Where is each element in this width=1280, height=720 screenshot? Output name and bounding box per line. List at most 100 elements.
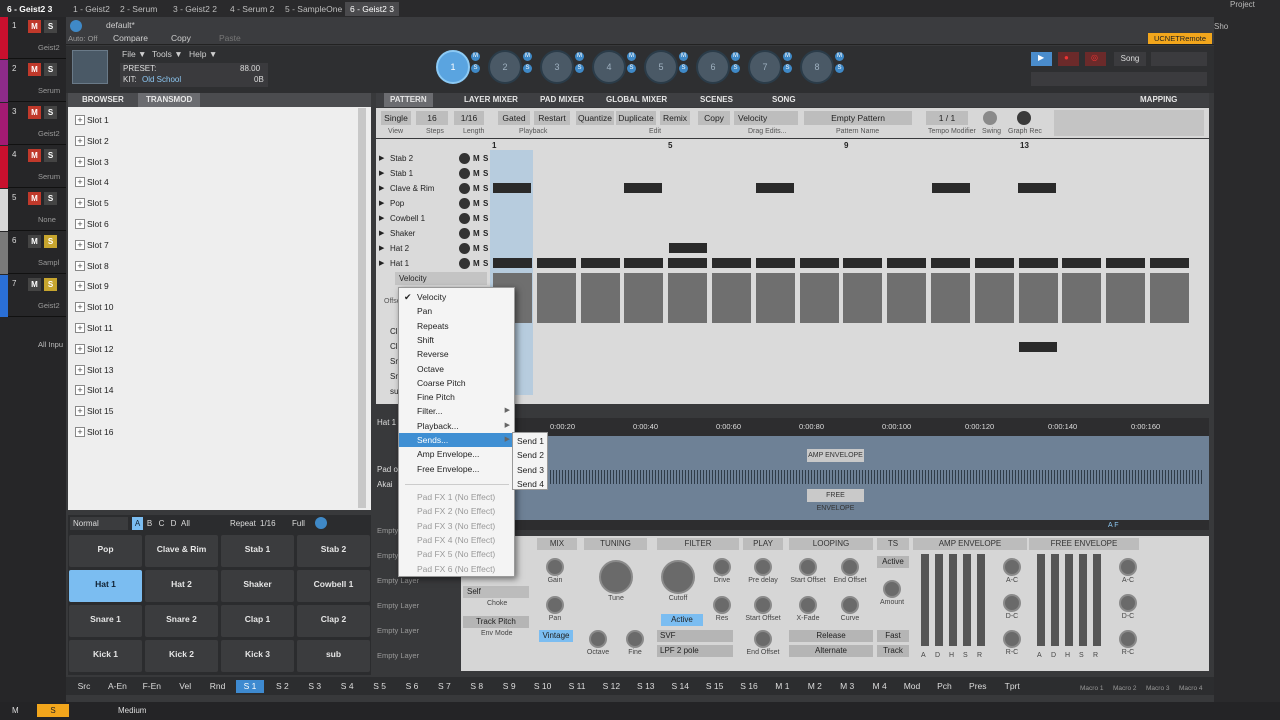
pre-delay-knob[interactable] [754,558,772,576]
add-slot-icon[interactable]: + [75,239,85,250]
row-mute[interactable]: M [473,259,480,268]
row-solo[interactable]: S [483,169,488,178]
choke-select[interactable]: Self [463,586,529,598]
tab-scenes[interactable]: SCENES [694,93,739,107]
quantize-button[interactable]: Quantize [576,111,614,125]
drum-pad[interactable]: Stab 1 [221,535,294,567]
velocity-bar[interactable] [536,273,576,323]
mod-source-button[interactable]: Pres [963,680,993,693]
status-m[interactable]: M [12,706,19,715]
env-knob[interactable] [1119,594,1137,612]
step-page-grid[interactable] [1054,110,1204,136]
filter-slope-select[interactable]: LPF 2 pole [657,645,733,657]
pattern-mute[interactable]: M [731,52,740,61]
dropdown-item[interactable]: Playback... [399,419,514,433]
dropdown-item[interactable]: Repeats [399,319,514,333]
pattern-pad[interactable]: 6 [696,50,730,84]
note[interactable] [887,258,927,268]
velocity-bar[interactable] [755,273,795,323]
mod-source-button[interactable]: M 2 [801,680,829,693]
solo-button[interactable]: S [44,20,57,33]
pattern-pad[interactable]: 7 [748,50,782,84]
ucnet-remote-badge[interactable]: UCNETRemote [1148,33,1212,44]
song-button[interactable]: Song [1114,52,1146,66]
record-button[interactable]: ● [1058,52,1079,66]
host-tab[interactable]: 6 - Geist2 3 [345,2,399,16]
dropdown-item[interactable]: Free Envelope... [399,462,514,476]
restart-button[interactable]: Restart [534,111,570,125]
mod-source-button[interactable]: S 15 [700,680,730,693]
note[interactable] [974,258,1014,268]
drum-pad[interactable]: Shaker [221,570,294,602]
note[interactable] [1018,183,1056,193]
velocity-bar[interactable] [668,273,708,323]
bank-button[interactable]: All [180,517,191,530]
mod-source-button[interactable]: S 2 [268,680,296,693]
pattern-pad[interactable]: 1 [436,50,470,84]
add-slot-icon[interactable]: + [75,343,85,354]
pad-knob-icon[interactable] [315,517,327,529]
mod-source-button[interactable]: M 1 [768,680,796,693]
start-offset-knob[interactable] [754,596,772,614]
drum-pad[interactable]: Kick 1 [69,640,142,672]
repeat-rate[interactable]: 1/16 [260,517,276,530]
dropdown-item[interactable]: Filter... [399,404,514,418]
bank-button[interactable]: A [132,517,143,530]
row-solo[interactable]: S [483,259,488,268]
mod-source-button[interactable]: S 5 [366,680,394,693]
pattern-solo[interactable]: S [575,64,584,73]
row-solo[interactable]: S [483,184,488,193]
drum-pad[interactable]: Clave & Rim [145,535,218,567]
velocity-bar[interactable] [799,273,839,323]
slot-row[interactable]: + Slot 3 [73,153,343,173]
af-toggle[interactable]: A F [1108,522,1119,529]
note[interactable] [624,183,662,193]
velocity-lane-select[interactable]: Velocity [395,272,487,285]
row-knob[interactable] [459,228,470,239]
mod-source-button[interactable]: Pch [930,680,958,693]
note[interactable] [1018,258,1058,268]
row-mute[interactable]: M [473,229,480,238]
mod-source-button[interactable]: S 3 [301,680,329,693]
mode-select[interactable]: Normal [70,517,128,530]
note[interactable] [624,258,664,268]
track-row[interactable]: 1 M S Geist2 [0,17,66,59]
row-solo[interactable]: S [483,199,488,208]
mod-source-button[interactable]: S 9 [495,680,523,693]
graph-rec-knob[interactable] [1017,111,1031,125]
row-knob[interactable] [459,198,470,209]
mod-source-button[interactable]: S 10 [528,680,558,693]
mute-button[interactable]: M [28,149,41,162]
envelope-slider[interactable] [963,554,971,646]
mute-button[interactable]: M [28,235,41,248]
envelope-slider[interactable] [1079,554,1087,646]
velocity-bar[interactable] [887,273,927,323]
row-knob[interactable] [459,168,470,179]
add-slot-icon[interactable]: + [75,302,85,313]
row-mute[interactable]: M [473,169,480,178]
scrollbar[interactable] [358,108,366,508]
mod-source-button[interactable]: Mod [898,680,926,693]
add-slot-icon[interactable]: + [75,364,85,375]
transport-tools[interactable] [1031,72,1207,86]
full-button[interactable]: Full [292,517,305,530]
tab-transmod[interactable]: TRANSMOD [138,93,201,107]
mod-source-button[interactable]: Vel [171,680,199,693]
slot-row[interactable]: + Slot 9 [73,277,343,297]
tab-browser[interactable]: BROWSER [74,93,132,107]
row-solo[interactable]: S [483,214,488,223]
release-button[interactable]: Release [789,630,873,642]
copy-pattern-button[interactable]: Copy [698,111,730,125]
mute-button[interactable]: M [28,192,41,205]
track-row[interactable]: 5 M S None [0,189,66,231]
slot-row[interactable]: + Slot 12 [73,340,343,360]
drum-pad[interactable]: Pop [69,535,142,567]
amp-envelope-label[interactable]: AMP ENVELOPE [807,449,864,462]
ts-active-button[interactable]: Active [877,556,909,568]
velocity-bar[interactable] [1150,273,1189,323]
row-knob[interactable] [459,243,470,254]
mute-button[interactable]: M [28,20,41,33]
env-knob[interactable] [1119,630,1137,648]
envelope-slider[interactable] [1051,554,1059,646]
solo-button[interactable]: S [44,149,57,162]
